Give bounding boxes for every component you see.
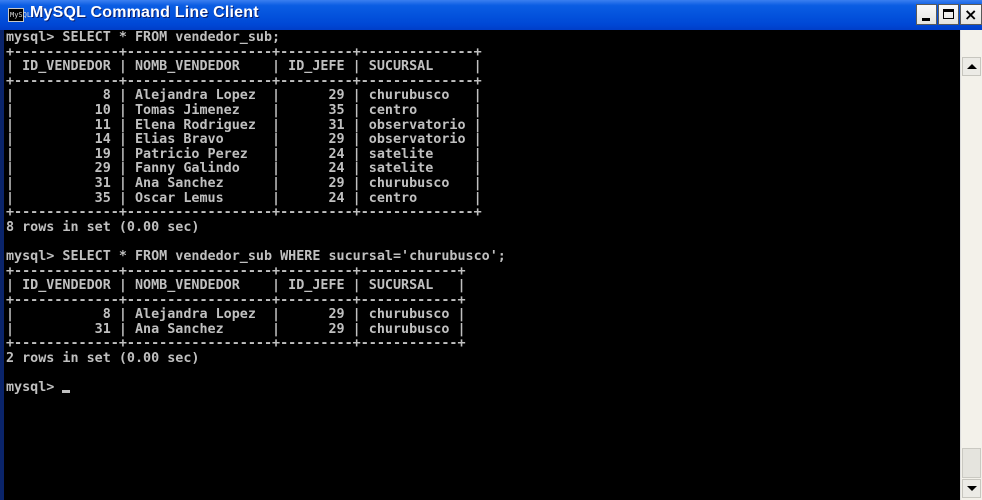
console-line: +-------------+------------------+------… [6, 263, 466, 279]
close-icon: × [964, 5, 978, 24]
console-line: +-------------+------------------+------… [6, 44, 482, 60]
title-bar[interactable]: MySQL MySQL Command Line Client × [0, 0, 982, 30]
console-line: | 8 | Alejandra Lopez | 29 | churubusco … [6, 88, 482, 104]
console-line: | 35 | Oscar Lemus | 24 | centro | [6, 190, 482, 206]
close-button[interactable]: × [960, 4, 982, 25]
console-line: | 31 | Ana Sanchez | 29 | churubusco | [6, 175, 482, 191]
command-prompt[interactable]: mysql> [6, 380, 960, 396]
console-line: mysql> SELECT * FROM vendedor_sub; [6, 30, 281, 45]
window-title: MySQL Command Line Client [30, 4, 259, 21]
console-output[interactable]: mysql> SELECT * FROM vendedor_sub; +-----… [4, 30, 960, 500]
console-line: 2 rows in set (0.00 sec) [6, 351, 200, 367]
prompt-text: mysql> [6, 380, 63, 396]
maximize-button[interactable] [938, 4, 959, 25]
text-cursor [62, 390, 71, 394]
console-line: +-------------+------------------+------… [6, 336, 466, 352]
app-icon-label: MySQL [10, 11, 32, 19]
scroll-down-arrow-icon[interactable] [962, 479, 981, 498]
console-line: 8 rows in set (0.00 sec) [6, 219, 200, 235]
console-line: | ID_VENDEDOR | NOMB_VENDEDOR | ID_JEFE … [6, 278, 466, 294]
console-line: +-------------+------------------+------… [6, 205, 482, 221]
console-window: MySQL MySQL Command Line Client × mysql>… [0, 0, 982, 500]
console-line: | ID_VENDEDOR | NOMB_VENDEDOR | ID_JEFE … [6, 59, 482, 75]
console-line: | 31 | Ana Sanchez | 29 | churubusco | [6, 321, 466, 337]
console-line: mysql> SELECT * FROM vendedor_sub WHERE … [6, 248, 506, 264]
console-line: | 10 | Tomas Jimenez | 35 | centro | [6, 102, 482, 118]
console-line: | 11 | Elena Rodriguez | 31 | observator… [6, 117, 482, 133]
scrollbar-thumb[interactable] [962, 448, 981, 478]
vertical-scrollbar[interactable] [960, 30, 982, 500]
minimize-button[interactable] [916, 4, 937, 25]
console-line: | 29 | Fanny Galindo | 24 | satelite | [6, 161, 482, 177]
console-line: | 8 | Alejandra Lopez | 29 | churubusco … [6, 307, 466, 323]
scroll-up-arrow-icon[interactable] [962, 57, 981, 76]
console-app-icon[interactable]: MySQL [8, 8, 31, 22]
console-line: | 14 | Elias Bravo | 29 | observatorio | [6, 132, 482, 148]
